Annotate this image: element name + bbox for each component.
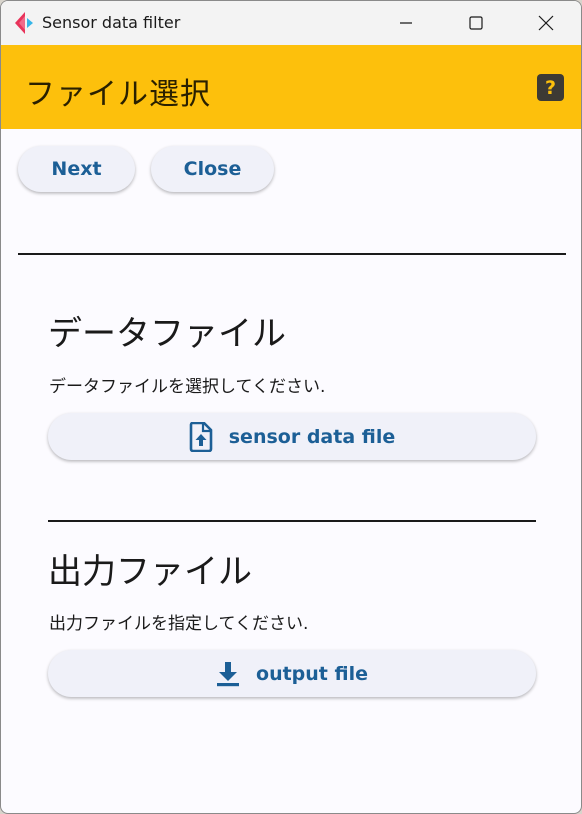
maximize-icon bbox=[469, 16, 483, 30]
minimize-icon bbox=[400, 22, 412, 24]
divider bbox=[48, 520, 536, 522]
title-bar[interactable]: Sensor data filter bbox=[1, 1, 581, 45]
close-button[interactable]: Close bbox=[151, 146, 274, 192]
output-file-button[interactable]: output file bbox=[48, 650, 536, 697]
download-icon bbox=[216, 661, 240, 687]
sensor-data-file-label: sensor data file bbox=[228, 425, 396, 448]
window-title: Sensor data filter bbox=[42, 13, 181, 32]
file-upload-icon bbox=[189, 421, 213, 452]
data-file-heading: データファイル bbox=[48, 314, 286, 354]
sensor-data-file-button[interactable]: sensor data file bbox=[48, 413, 536, 460]
output-file-heading: 出力ファイル bbox=[48, 552, 252, 592]
data-file-description: データファイルを選択してください. bbox=[49, 377, 326, 397]
output-file-label: output file bbox=[256, 662, 368, 685]
app-window: Sensor data filter ファイル選択 ? Next Close デ… bbox=[0, 0, 582, 814]
app-logo-icon bbox=[15, 12, 33, 34]
help-icon: ? bbox=[544, 76, 557, 99]
close-window-button[interactable] bbox=[511, 1, 581, 45]
app-bar: ファイル選択 ? bbox=[1, 45, 581, 129]
minimize-button[interactable] bbox=[371, 1, 441, 45]
output-file-description: 出力ファイルを指定してください. bbox=[49, 614, 309, 634]
divider bbox=[18, 253, 566, 255]
close-icon bbox=[538, 15, 554, 31]
next-button[interactable]: Next bbox=[18, 146, 135, 192]
page-title: ファイル選択 bbox=[25, 77, 211, 112]
help-button[interactable]: ? bbox=[537, 74, 564, 101]
maximize-button[interactable] bbox=[441, 1, 511, 45]
